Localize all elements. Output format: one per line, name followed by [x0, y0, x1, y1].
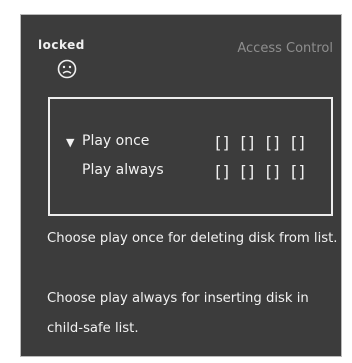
play-once-label: Play once: [82, 133, 150, 149]
disk-slot[interactable]: []: [264, 162, 282, 181]
disk-slot[interactable]: []: [238, 133, 256, 152]
access-control-screen: locked Access Control ▼ Play once [] [] …: [20, 14, 342, 357]
info-text-line: child-safe list.: [47, 321, 139, 336]
disk-slot[interactable]: []: [238, 162, 256, 181]
info-text-line: Choose play once for deleting disk from …: [47, 231, 338, 246]
play-always-label: Play always: [82, 162, 164, 178]
lock-status-label: locked: [38, 38, 85, 52]
sad-face-icon: [57, 59, 77, 79]
disk-slot[interactable]: []: [213, 133, 231, 152]
play-always-slots: [] [] [] []: [213, 162, 307, 181]
screen-title: Access Control: [237, 41, 333, 56]
disk-slot[interactable]: []: [213, 162, 231, 181]
disk-slot[interactable]: []: [289, 162, 307, 181]
play-mode-panel: ▼ Play once [] [] [] [] Play always [] […: [48, 97, 333, 216]
info-text-line: Choose play always for inserting disk in: [47, 291, 309, 306]
play-once-slots: [] [] [] []: [213, 133, 307, 152]
play-once-row[interactable]: ▼ Play once [] [] [] []: [50, 133, 331, 155]
selected-arrow-icon: ▼: [66, 136, 75, 149]
play-always-row[interactable]: Play always [] [] [] []: [50, 162, 331, 184]
disk-slot[interactable]: []: [264, 133, 282, 152]
disk-slot[interactable]: []: [289, 133, 307, 152]
